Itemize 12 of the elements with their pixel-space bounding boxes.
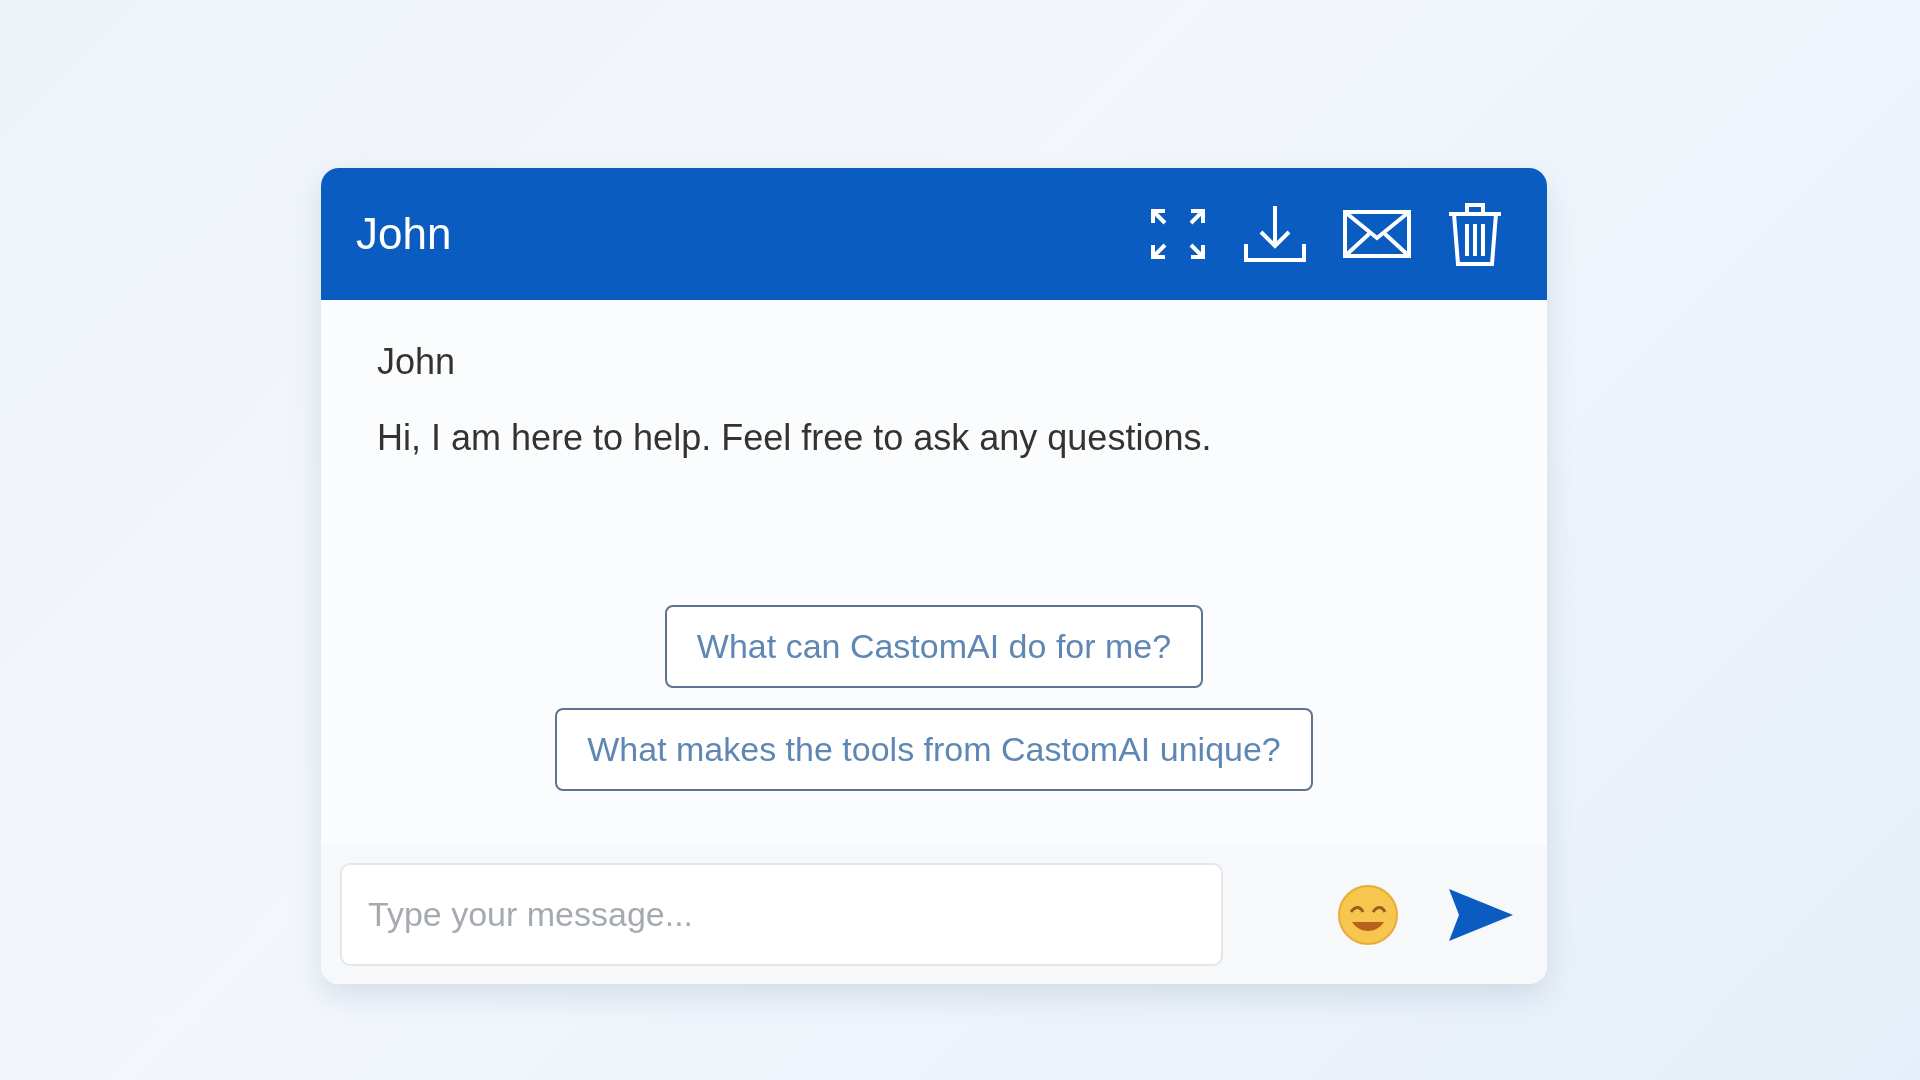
trash-icon[interactable] (1447, 202, 1503, 266)
chat-title: John (356, 208, 452, 260)
expand-icon[interactable] (1149, 207, 1207, 261)
smiley-icon[interactable] (1337, 883, 1399, 946)
download-icon[interactable] (1243, 204, 1307, 264)
send-icon[interactable] (1447, 886, 1515, 943)
suggestion-button[interactable]: What can CastomAI do for me? (664, 605, 1204, 688)
message-text: Hi, I am here to help. Feel free to ask any questions. (377, 416, 1213, 460)
sender-name: John (377, 340, 457, 384)
message-input[interactable]: Type your message... (340, 863, 1223, 966)
suggestion-button[interactable]: What makes the tools from CastomAI unique? (555, 708, 1313, 791)
mail-icon[interactable] (1343, 210, 1411, 258)
